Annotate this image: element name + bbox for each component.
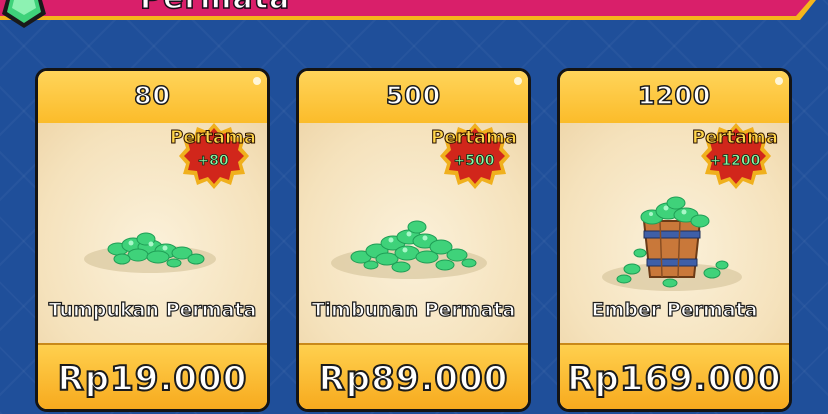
- offer-card-500[interactable]: 500 Pertama +500 Timbunan Permata Rp89.0…: [296, 68, 531, 412]
- price-button[interactable]: Rp89.000: [299, 358, 528, 400]
- gem-amount: 1200: [637, 80, 712, 111]
- badge-bonus: +80: [197, 153, 229, 170]
- gem-amount: 80: [133, 80, 171, 111]
- page-title: Permata: [139, 0, 290, 16]
- badge-bonus: +1200: [709, 153, 761, 170]
- gem-badge-icon: [2, 0, 46, 28]
- offer-name: Timbunan Permata: [311, 298, 516, 321]
- price-button[interactable]: Rp169.000: [560, 358, 789, 400]
- banner-shape: [0, 0, 816, 20]
- price-button[interactable]: Rp19.000: [38, 358, 267, 400]
- offer-name: Tumpukan Permata: [48, 298, 257, 321]
- offer-card-1200[interactable]: 1200 Pertama +1200 Ember Permata Rp169.0…: [557, 68, 792, 412]
- badge-title: Pertama: [431, 127, 518, 149]
- offer-card-80[interactable]: 80 Pertama +80 Tumpukan Permata Rp19.000: [35, 68, 270, 412]
- badge-title: Pertama: [692, 127, 779, 149]
- gem-amount: 500: [385, 80, 442, 111]
- badge-title: Pertama: [170, 127, 257, 149]
- gem-bucket-icon: [602, 196, 742, 291]
- small-gem-pile-icon: [84, 232, 216, 273]
- badge-bonus: +500: [453, 153, 495, 170]
- offer-name: Ember Permata: [591, 298, 758, 321]
- large-gem-pile-icon: [331, 220, 487, 279]
- header-banner: Permata: [0, 0, 828, 28]
